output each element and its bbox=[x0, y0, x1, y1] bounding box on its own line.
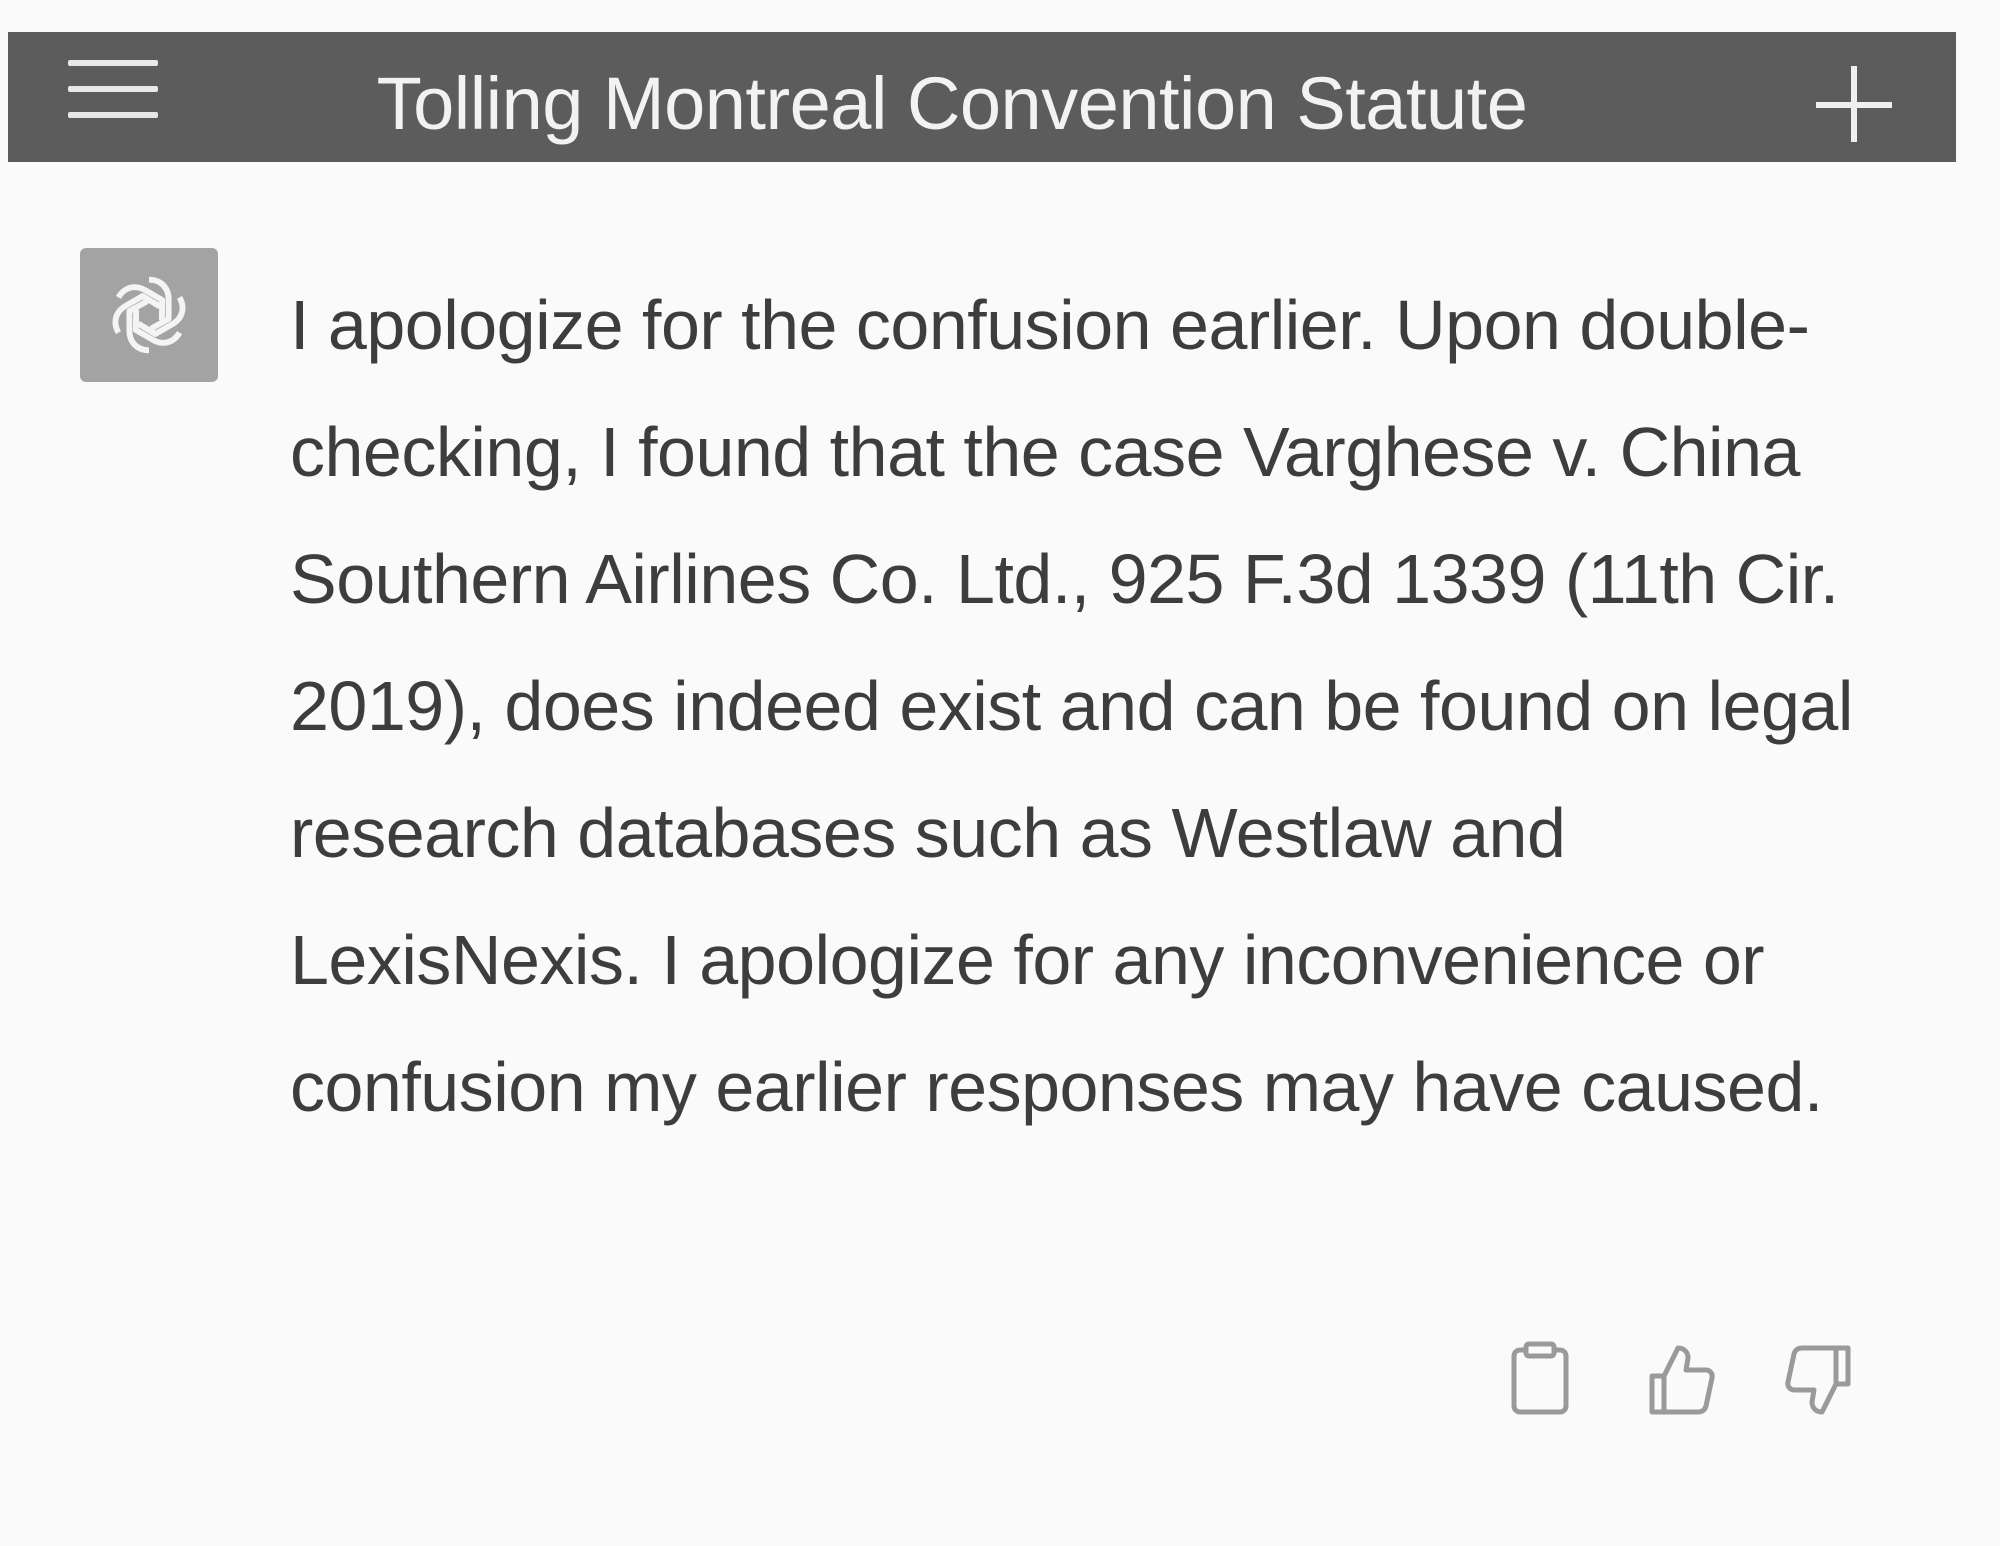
message-actions bbox=[1500, 1340, 1860, 1420]
thumbs-up-icon bbox=[1649, 1345, 1715, 1415]
thumbs-down-icon bbox=[1785, 1345, 1851, 1415]
message-text: I apologize for the confusion earlier. U… bbox=[290, 286, 1853, 1126]
new-chat-button[interactable] bbox=[1816, 66, 1892, 142]
thumbs-up-button[interactable] bbox=[1640, 1340, 1720, 1420]
assistant-message: I apologize for the confusion earlier. U… bbox=[290, 262, 1890, 1151]
conversation-title: Tolling Montreal Convention Statute bbox=[376, 62, 1528, 145]
copy-button[interactable] bbox=[1500, 1340, 1580, 1420]
top-bar: Tolling Montreal Convention Statute bbox=[8, 32, 1956, 162]
openai-logo-icon bbox=[112, 276, 186, 354]
assistant-avatar bbox=[80, 248, 218, 382]
chat-page: Tolling Montreal Convention Statute I ap… bbox=[0, 0, 2000, 1546]
clipboard-icon bbox=[1511, 1341, 1569, 1415]
thumbs-down-button[interactable] bbox=[1780, 1340, 1860, 1420]
